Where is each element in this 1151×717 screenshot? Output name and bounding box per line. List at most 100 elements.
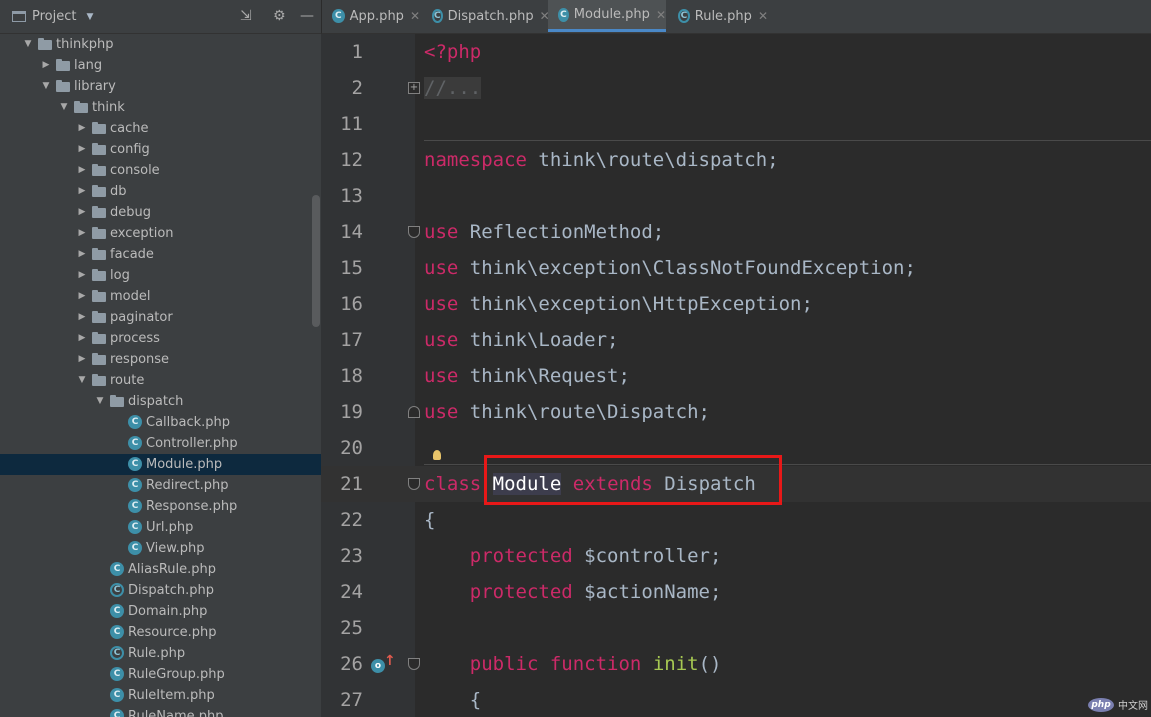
tree-item-label: RuleItem.php bbox=[128, 688, 215, 703]
code-line[interactable]: 1 <?php bbox=[321, 34, 1151, 70]
collapse-arrow-icon[interactable]: ▶ bbox=[76, 328, 88, 349]
tree-item[interactable]: ▶ facade bbox=[0, 244, 321, 265]
code-line[interactable]: 27 { bbox=[321, 682, 1151, 717]
tree-item[interactable]: C RuleName.php bbox=[0, 706, 321, 717]
tree-item[interactable]: ▶ db bbox=[0, 181, 321, 202]
tree-item[interactable]: ▶ cache bbox=[0, 118, 321, 139]
tree-item-label: process bbox=[110, 331, 160, 346]
project-panel: Project ▼ ⇲ ⚙ — ▼ thinkphp ▶ lang ▼ library ▼ t… bbox=[0, 0, 321, 717]
code-line[interactable]: 15 use think\exception\ClassNotFoundExcep… bbox=[321, 250, 1151, 286]
tree-scrollbar[interactable] bbox=[312, 195, 320, 327]
fold-collapse-icon[interactable] bbox=[408, 226, 420, 238]
collapse-all-icon[interactable]: ⇲ bbox=[240, 8, 252, 24]
line-number: 22 bbox=[340, 509, 363, 531]
collapse-arrow-icon[interactable]: ▶ bbox=[76, 265, 88, 286]
collapse-arrow-icon[interactable]: ▶ bbox=[76, 118, 88, 139]
folder-icon bbox=[92, 164, 106, 176]
fold-collapse-icon[interactable] bbox=[408, 478, 420, 490]
watermark: php 中文网 bbox=[1088, 697, 1148, 712]
tree-item[interactable]: C Redirect.php bbox=[0, 475, 321, 496]
tree-item[interactable]: C Rule.php bbox=[0, 643, 321, 664]
lightbulb-icon[interactable] bbox=[433, 450, 441, 460]
code-line[interactable]: 16 use think\exception\HttpException; bbox=[321, 286, 1151, 322]
code-line[interactable]: 18 use think\Request; bbox=[321, 358, 1151, 394]
collapse-arrow-icon[interactable]: ▶ bbox=[76, 202, 88, 223]
code-line[interactable]: 23 protected $controller; bbox=[321, 538, 1151, 574]
expand-arrow-icon[interactable]: ▼ bbox=[40, 76, 52, 97]
code-line[interactable]: 13 bbox=[321, 178, 1151, 214]
tab-app[interactable]: C App.php ✕ bbox=[322, 0, 420, 32]
tree-item[interactable]: C Controller.php bbox=[0, 433, 321, 454]
collapse-arrow-icon[interactable]: ▶ bbox=[76, 349, 88, 370]
tree-item-label: console bbox=[110, 163, 160, 178]
tree-item[interactable]: ▼ route bbox=[0, 370, 321, 391]
tree-item[interactable]: C Domain.php bbox=[0, 601, 321, 622]
code-line[interactable]: 2 //... + bbox=[321, 70, 1151, 106]
close-icon[interactable]: ✕ bbox=[410, 9, 420, 23]
tree-item[interactable]: C Url.php bbox=[0, 517, 321, 538]
tree-item[interactable]: ▶ console bbox=[0, 160, 321, 181]
tree-item[interactable]: C View.php bbox=[0, 538, 321, 559]
code-editor[interactable]: 1 <?php 2 //... +11 12 namespace think\route\d… bbox=[321, 34, 1151, 717]
override-arrow-icon[interactable]: ↑ bbox=[384, 653, 396, 669]
tree-item[interactable]: ▶ response bbox=[0, 349, 321, 370]
folder-icon bbox=[92, 269, 106, 281]
expand-arrow-icon[interactable]: ▼ bbox=[22, 34, 34, 55]
tree-item[interactable]: ▶ exception bbox=[0, 223, 321, 244]
tree-item[interactable]: ▶ model bbox=[0, 286, 321, 307]
tree-item[interactable]: ▼ library bbox=[0, 76, 321, 97]
collapse-arrow-icon[interactable]: ▶ bbox=[76, 307, 88, 328]
fold-collapse-icon[interactable] bbox=[408, 658, 420, 670]
fold-end-icon[interactable] bbox=[408, 406, 420, 418]
code-line[interactable]: 26 public function init() bbox=[321, 646, 1151, 682]
tree-item[interactable]: C RuleGroup.php bbox=[0, 664, 321, 685]
close-icon[interactable]: ✕ bbox=[656, 8, 666, 22]
tree-item[interactable]: ▼ thinkphp bbox=[0, 34, 321, 55]
tree-item[interactable]: C RuleItem.php bbox=[0, 685, 321, 706]
tree-item[interactable]: ▶ lang bbox=[0, 55, 321, 76]
tree-item[interactable]: ▶ debug bbox=[0, 202, 321, 223]
tree-item[interactable]: C Module.php bbox=[0, 454, 321, 475]
tree-item[interactable]: C Resource.php bbox=[0, 622, 321, 643]
override-method-icon[interactable]: o bbox=[371, 659, 385, 673]
tab-module[interactable]: C Module.php ✕ bbox=[548, 0, 666, 32]
tab-rule[interactable]: C Rule.php ✕ bbox=[668, 0, 768, 32]
tree-item[interactable]: C Response.php bbox=[0, 496, 321, 517]
tab-dispatch[interactable]: C Dispatch.php ✕ bbox=[422, 0, 550, 32]
collapse-arrow-icon[interactable]: ▶ bbox=[76, 286, 88, 307]
code-line[interactable]: 17 use think\Loader; bbox=[321, 322, 1151, 358]
collapse-arrow-icon[interactable]: ▶ bbox=[76, 223, 88, 244]
tree-item[interactable]: C Callback.php bbox=[0, 412, 321, 433]
project-view-selector[interactable]: Project ▼ bbox=[12, 9, 93, 24]
code-line[interactable]: 24 protected $actionName; bbox=[321, 574, 1151, 610]
tree-item[interactable]: ▶ config bbox=[0, 139, 321, 160]
code-line[interactable]: 19 use think\route\Dispatch; bbox=[321, 394, 1151, 430]
code-line[interactable]: 14 use ReflectionMethod; bbox=[321, 214, 1151, 250]
collapse-arrow-icon[interactable]: ▶ bbox=[76, 139, 88, 160]
collapse-arrow-icon[interactable]: ▶ bbox=[76, 160, 88, 181]
hide-panel-icon[interactable]: — bbox=[300, 8, 314, 24]
tree-item[interactable]: C Dispatch.php bbox=[0, 580, 321, 601]
code-line[interactable]: 22 { bbox=[321, 502, 1151, 538]
tree-item[interactable]: ▶ log bbox=[0, 265, 321, 286]
collapse-arrow-icon[interactable]: ▶ bbox=[40, 55, 52, 76]
gear-icon[interactable]: ⚙ bbox=[273, 8, 286, 24]
expand-arrow-icon[interactable]: ▼ bbox=[76, 370, 88, 391]
close-icon[interactable]: ✕ bbox=[758, 9, 768, 23]
code-line[interactable]: 25 bbox=[321, 610, 1151, 646]
expand-arrow-icon[interactable]: ▼ bbox=[94, 391, 106, 412]
tree-item[interactable]: ▶ paginator bbox=[0, 307, 321, 328]
tree-item[interactable]: ▶ process bbox=[0, 328, 321, 349]
tree-item[interactable]: ▼ think bbox=[0, 97, 321, 118]
collapse-arrow-icon[interactable]: ▶ bbox=[76, 181, 88, 202]
expand-arrow-icon[interactable]: ▼ bbox=[58, 97, 70, 118]
fold-expand-icon[interactable]: + bbox=[408, 82, 420, 94]
code-line[interactable]: 11 bbox=[321, 106, 1151, 142]
tree-item-label: debug bbox=[110, 205, 151, 220]
tree-item[interactable]: C AliasRule.php bbox=[0, 559, 321, 580]
code-text: { bbox=[424, 502, 435, 538]
tree-item[interactable]: ▼ dispatch bbox=[0, 391, 321, 412]
code-line[interactable]: 12 namespace think\route\dispatch; bbox=[321, 142, 1151, 178]
collapse-arrow-icon[interactable]: ▶ bbox=[76, 244, 88, 265]
